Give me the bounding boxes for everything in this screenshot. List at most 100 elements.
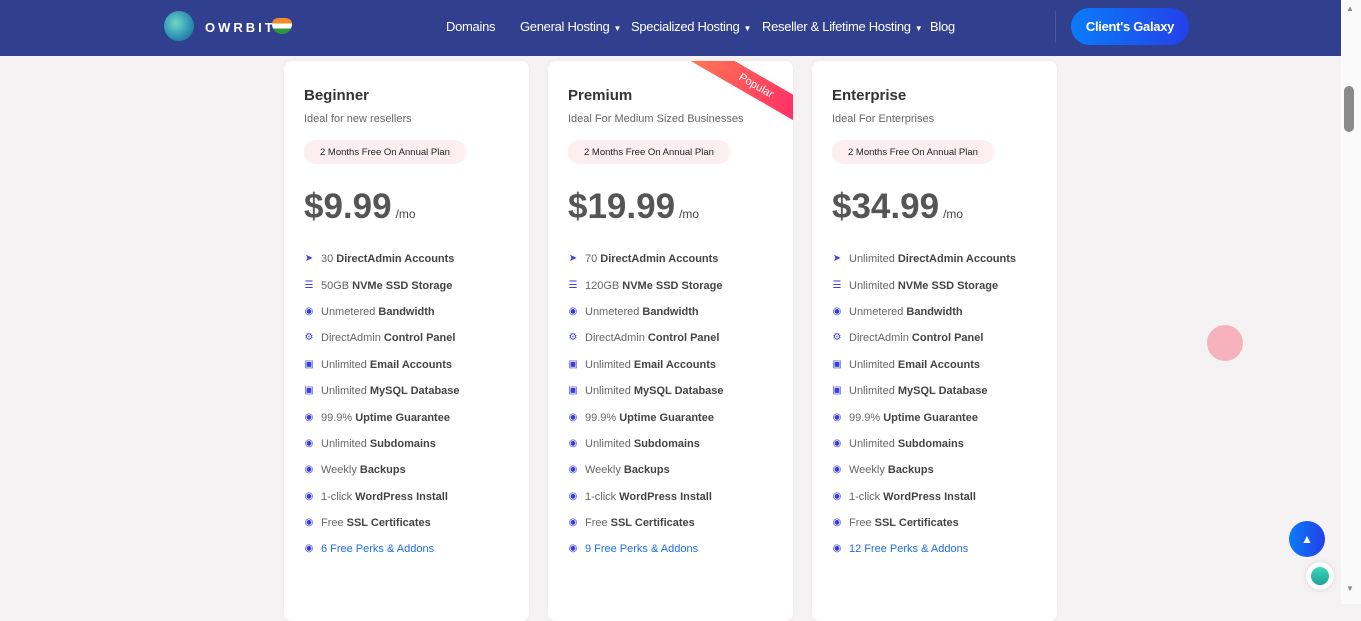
globe-icon: ◉ [304, 543, 314, 555]
nav-item-reseller-lifetime-hosting[interactable]: Reseller & Lifetime Hosting ▼ [762, 19, 923, 34]
caret-down-icon: ▼ [914, 24, 923, 33]
feature-item: ▣ Unlimited MySQL Database [304, 378, 459, 404]
feature-item: ◉ Weekly Backups [304, 457, 460, 483]
feature-label: Uptime Guarantee [619, 411, 714, 424]
feature-label: Control Panel [647, 332, 720, 345]
feature-item: ◉ 99.9% Uptime Guarantee [304, 404, 460, 430]
nav-item-specialized-hosting[interactable]: Specialized Hosting ▼ [631, 19, 751, 34]
chat-widget-button[interactable] [1306, 562, 1334, 590]
feature-item: ▣ Unlimited MySQL Database [832, 378, 1016, 404]
annual-offer-badge: 2 Months Free On Annual Plan [832, 140, 994, 164]
feature-item: ▣ Unlimited Email Accounts [304, 352, 460, 378]
free-perks-link[interactable]: Free Perks & Addons [864, 543, 968, 555]
feature-item: ◉ Weekly Backups [568, 457, 724, 483]
india-flag-heart-icon [272, 18, 292, 34]
feature-value: Unlimited [849, 385, 895, 398]
free-perks-link[interactable]: Free Perks & Addons [594, 543, 698, 555]
feature-value: Unlimited [585, 358, 631, 371]
price-amount: $9.99 [304, 187, 392, 226]
nav-item-domains[interactable]: Domains [446, 19, 496, 34]
feature-label: SSL Certificates [610, 517, 695, 530]
price-amount: $34.99 [832, 187, 940, 226]
feature-list: ➤ 70 DirectAdmin Accounts ☰ 120GB NVMe SSD St… [568, 246, 724, 563]
feature-item: ☰ 50GB NVMe SSD Storage [304, 272, 460, 298]
feature-item: ☰ Unlimited NVMe SSD Storage [832, 272, 1016, 298]
plan-card-beginner: Beginner Ideal for new resellers 2 Month… [284, 61, 529, 621]
clients-galaxy-button[interactable]: Client's Galaxy [1071, 8, 1189, 45]
chevron-up-icon: ▲ [1301, 532, 1313, 546]
feature-label: Uptime Guarantee [883, 411, 978, 424]
feature-label: MySQL Database [633, 385, 724, 398]
feature-value: Free [849, 517, 872, 530]
nav-item-label: Specialized Hosting [631, 19, 740, 34]
database-icon: ☰ [568, 279, 578, 291]
plan-card-premium: Premium Ideal For Medium Sized Businesse… [548, 61, 793, 621]
feature-item: ◉ 1-click WordPress Install [304, 484, 460, 510]
feature-value: 99.9% [849, 411, 881, 424]
brand-name[interactable]: OWRBIT [205, 20, 276, 35]
feature-value: DirectAdmin [321, 332, 381, 345]
feature-item: ◉ 1-click WordPress Install [832, 484, 1016, 510]
globe-icon: ◉ [568, 543, 578, 555]
globe-icon: ◉ [568, 464, 578, 476]
plan-card-enterprise: Enterprise Ideal For Enterprises 2 Month… [812, 61, 1057, 621]
perks-count: 12 [849, 543, 862, 556]
globe-icon: ◉ [832, 490, 842, 502]
nav-item-general-hosting[interactable]: General Hosting ▼ [520, 19, 621, 34]
database-icon: ☰ [832, 279, 842, 291]
feature-label: Bandwidth [378, 305, 435, 318]
feature-label: Uptime Guarantee [355, 411, 450, 424]
feature-value: Weekly [585, 464, 621, 477]
free-perks-link[interactable]: Free Perks & Addons [330, 543, 434, 555]
scrollbar-thumb[interactable] [1344, 86, 1354, 132]
plan-subtitle: Ideal For Enterprises [832, 113, 935, 125]
feature-value: Unlimited [585, 385, 631, 398]
globe-icon: ◉ [832, 517, 842, 529]
decorative-circle [1207, 325, 1243, 361]
feature-label: Subdomains [633, 437, 700, 450]
feature-value: 1-click [849, 490, 881, 503]
feature-item-perks: ◉ 6 Free Perks & Addons [304, 536, 460, 562]
owrbit-logo[interactable] [164, 11, 194, 41]
feature-item: ◉ 99.9% Uptime Guarantee [568, 404, 724, 430]
feature-value: Unlimited [321, 358, 367, 371]
feature-label: NVMe SSD Storage [622, 279, 723, 292]
nav-item-label: Blog [930, 19, 955, 34]
feature-label: Email Accounts [897, 358, 980, 371]
scroll-to-top-button[interactable]: ▲ [1289, 521, 1325, 557]
feature-item: ◉ Unlimited Subdomains [568, 431, 724, 457]
scroll-up-arrow[interactable]: ▲ [1346, 4, 1354, 13]
feature-value: Free [585, 517, 608, 530]
feature-item: ◉ Unmetered Bandwidth [304, 299, 460, 325]
nav-item-label: General Hosting [520, 19, 610, 34]
plan-price: $9.99/mo [304, 187, 416, 227]
feature-value: 99.9% [321, 411, 353, 424]
feature-label: SSL Certificates [874, 517, 959, 530]
briefcase-icon: ▣ [304, 385, 314, 397]
price-period: /mo [679, 207, 700, 221]
rocket-icon: ➤ [568, 253, 578, 265]
feature-value: 50GB [321, 279, 350, 292]
feature-label: Email Accounts [369, 358, 452, 371]
nav-item-blog[interactable]: Blog [930, 19, 955, 34]
feature-label: Backups [623, 464, 670, 477]
price-amount: $19.99 [568, 187, 676, 226]
plan-price: $34.99/mo [832, 187, 963, 227]
feature-item: ⚙ DirectAdmin Control Panel [832, 325, 1016, 351]
nav-item-label: Domains [446, 19, 496, 34]
feature-value: 120GB [585, 279, 620, 292]
feature-value: DirectAdmin [849, 332, 909, 345]
perks-count: 9 [585, 543, 592, 556]
scroll-down-arrow[interactable]: ▼ [1346, 584, 1354, 593]
feature-list: ➤ 30 DirectAdmin Accounts ☰ 50GB NVMe SSD Sto… [304, 246, 460, 563]
globe-icon: ◉ [568, 411, 578, 423]
feature-item: ➤ 30 DirectAdmin Accounts [304, 246, 460, 272]
globe-icon: ◉ [304, 490, 314, 502]
feature-item: ☰ 120GB NVMe SSD Storage [568, 272, 724, 298]
feature-value: Unmetered [585, 305, 640, 318]
feature-value: Unlimited [849, 437, 895, 450]
feature-label: DirectAdmin Accounts [600, 253, 719, 266]
briefcase-icon: ▣ [568, 385, 578, 397]
plan-subtitle: Ideal For Medium Sized Businesses [568, 113, 744, 125]
feature-value: Unlimited [321, 385, 367, 398]
